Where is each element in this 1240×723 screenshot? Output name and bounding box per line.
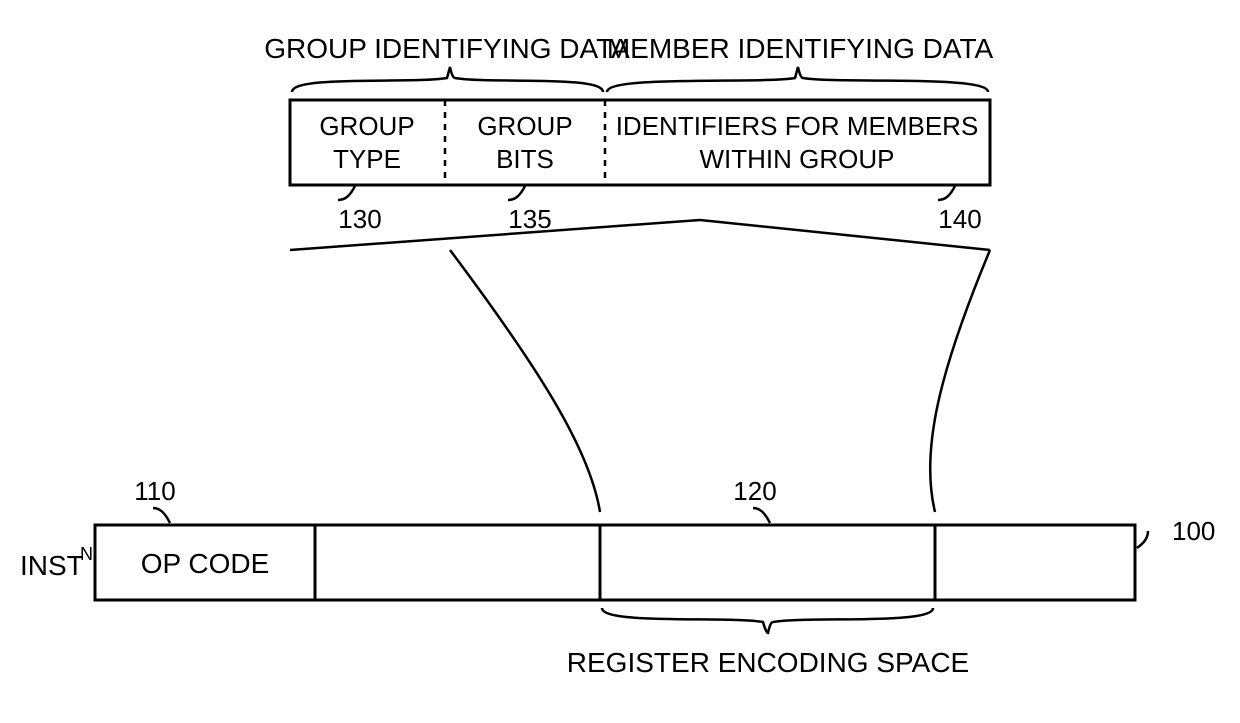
cell-group-type-l1: GROUP bbox=[319, 111, 414, 141]
ref-100: 100 bbox=[1137, 516, 1215, 548]
cell-group-bits-l2: BITS bbox=[496, 144, 554, 174]
label-member-identifying: MEMBER IDENTIFYING DATA bbox=[607, 33, 994, 64]
ref-120: 120 bbox=[733, 476, 776, 523]
ref-140: 140 bbox=[938, 186, 982, 234]
label-register-encoding: REGISTER ENCODING SPACE bbox=[567, 647, 969, 678]
svg-text:135: 135 bbox=[508, 204, 551, 234]
svg-text:100: 100 bbox=[1172, 516, 1215, 546]
brace-group-identifying bbox=[292, 67, 603, 92]
svg-text:120: 120 bbox=[733, 476, 776, 506]
brace-member-identifying bbox=[607, 67, 988, 92]
brace-register-encoding bbox=[602, 608, 933, 633]
label-group-identifying: GROUP IDENTIFYING DATA bbox=[264, 33, 630, 64]
cell-group-bits-l1: GROUP bbox=[477, 111, 572, 141]
ref-135: 135 bbox=[508, 186, 552, 234]
svg-text:130: 130 bbox=[338, 204, 381, 234]
projection-lines bbox=[290, 220, 990, 512]
cell-group-type-l2: TYPE bbox=[333, 144, 401, 174]
cell-op-code: OP CODE bbox=[141, 548, 270, 579]
label-instn: INST N bbox=[20, 544, 93, 581]
ref-110: 110 bbox=[134, 476, 175, 523]
svg-text:140: 140 bbox=[938, 204, 981, 234]
svg-text:110: 110 bbox=[134, 476, 175, 506]
cell-members-l2: WITHIN GROUP bbox=[700, 144, 895, 174]
svg-text:N: N bbox=[80, 544, 93, 564]
cell-members-l1: IDENTIFIERS FOR MEMBERS bbox=[616, 111, 979, 141]
ref-130: 130 bbox=[338, 186, 382, 234]
svg-text:INST: INST bbox=[20, 550, 84, 581]
